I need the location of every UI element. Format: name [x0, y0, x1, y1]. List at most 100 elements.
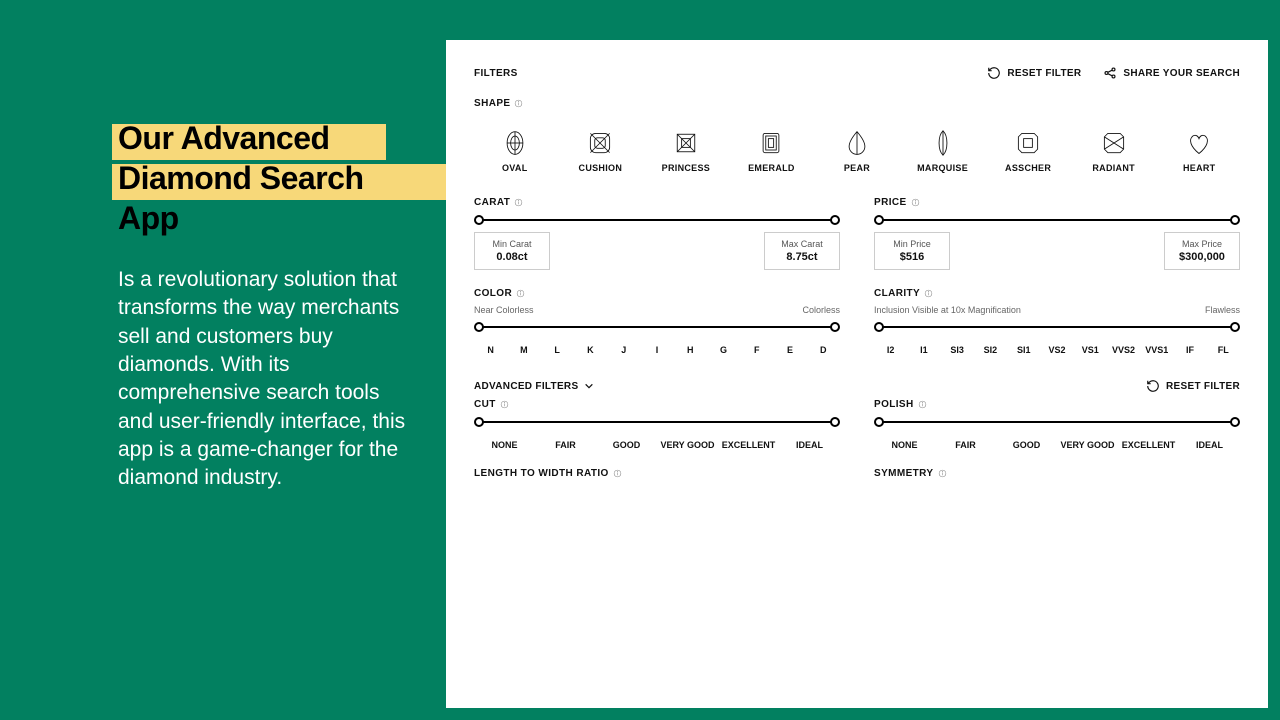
- slider-handle-max[interactable]: [830, 322, 840, 332]
- price-filter: PRICE Min Price $516 Max Price $300,000: [874, 197, 1240, 270]
- price-slider[interactable]: [874, 216, 1240, 224]
- tick: I1: [907, 345, 940, 355]
- clarity-filter: CLARITY Inclusion Visible at 10x Magnifi…: [874, 288, 1240, 355]
- shape-marquise[interactable]: MARQUISE: [902, 129, 984, 173]
- tick: K: [574, 345, 607, 355]
- price-min-value: $516: [885, 251, 939, 263]
- slider-handle-min[interactable]: [474, 322, 484, 332]
- carat-title: CARAT: [474, 197, 510, 208]
- slider-handle-min[interactable]: [874, 215, 884, 225]
- panel-header: FILTERS RESET FILTER SHARE YOUR SEARCH: [474, 62, 1240, 84]
- tick: VVS1: [1140, 345, 1173, 355]
- cut-filter: CUT NONE FAIR GOOD VERY GOOD EXCELLENT I…: [474, 399, 840, 450]
- symmetry-title: SYMMETRY: [874, 468, 934, 479]
- advanced-filters-toggle[interactable]: ADVANCED FILTERS: [474, 381, 594, 392]
- info-icon[interactable]: [516, 289, 525, 298]
- advanced-reset-button[interactable]: RESET FILTER: [1146, 379, 1240, 393]
- info-icon[interactable]: [514, 198, 523, 207]
- tick: SI2: [974, 345, 1007, 355]
- chevron-down-icon: [584, 381, 594, 391]
- info-icon[interactable]: [938, 469, 947, 478]
- slider-handle-max[interactable]: [1230, 322, 1240, 332]
- ratio-filter: LENGTH TO WIDTH RATIO: [474, 468, 840, 479]
- advanced-filters-label: ADVANCED FILTERS: [474, 381, 578, 392]
- tick: I: [640, 345, 673, 355]
- symmetry-filter: SYMMETRY: [874, 468, 1240, 479]
- tick: L: [541, 345, 574, 355]
- tick: IDEAL: [1179, 440, 1240, 450]
- tick: FAIR: [535, 440, 596, 450]
- shape-princess[interactable]: PRINCESS: [645, 129, 727, 173]
- slider-handle-max[interactable]: [1230, 215, 1240, 225]
- info-icon[interactable]: [514, 99, 523, 108]
- clarity-left-hint: Inclusion Visible at 10x Magnification: [874, 305, 1021, 315]
- shape-label: RADIANT: [1092, 163, 1135, 173]
- slider-handle-max[interactable]: [1230, 417, 1240, 427]
- tick: FL: [1207, 345, 1240, 355]
- tick: E: [773, 345, 806, 355]
- headline-line-1: Our Advanced: [118, 120, 330, 156]
- color-slider[interactable]: [474, 323, 840, 331]
- shape-pear[interactable]: PEAR: [816, 129, 898, 173]
- tick: J: [607, 345, 640, 355]
- ratio-title: LENGTH TO WIDTH RATIO: [474, 468, 609, 479]
- headline: Our Advanced Diamond Search App: [118, 118, 428, 238]
- panel-actions: RESET FILTER SHARE YOUR SEARCH: [987, 66, 1240, 80]
- tick: SI1: [1007, 345, 1040, 355]
- shape-heart[interactable]: HEART: [1158, 129, 1240, 173]
- advanced-reset-label: RESET FILTER: [1166, 381, 1240, 392]
- color-right-hint: Colorless: [802, 305, 840, 315]
- color-ticks: N M L K J I H G F E D: [474, 345, 840, 355]
- carat-min-box[interactable]: Min Carat 0.08ct: [474, 232, 550, 270]
- shape-radiant[interactable]: RADIANT: [1073, 129, 1155, 173]
- marketing-block: Our Advanced Diamond Search App Is a rev…: [118, 118, 428, 493]
- cut-title: CUT: [474, 399, 496, 410]
- tick: EXCELLENT: [718, 440, 779, 450]
- price-min-label: Min Price: [885, 239, 939, 249]
- shape-cushion[interactable]: CUSHION: [560, 129, 642, 173]
- tick: SI3: [941, 345, 974, 355]
- reset-filter-button[interactable]: RESET FILTER: [987, 66, 1081, 80]
- info-icon[interactable]: [500, 400, 509, 409]
- info-icon[interactable]: [613, 469, 622, 478]
- carat-max-box[interactable]: Max Carat 8.75ct: [764, 232, 840, 270]
- slider-handle-min[interactable]: [874, 417, 884, 427]
- filters-panel: FILTERS RESET FILTER SHARE YOUR SEARCH S…: [446, 40, 1268, 708]
- tick: N: [474, 345, 507, 355]
- tick: G: [707, 345, 740, 355]
- headline-line-2: Diamond Search App: [118, 160, 364, 236]
- slider-handle-max[interactable]: [830, 215, 840, 225]
- info-icon[interactable]: [911, 198, 920, 207]
- tick: NONE: [874, 440, 935, 450]
- shape-asscher[interactable]: ASSCHER: [987, 129, 1069, 173]
- carat-slider[interactable]: [474, 216, 840, 224]
- share-search-button[interactable]: SHARE YOUR SEARCH: [1103, 66, 1240, 80]
- refresh-icon: [987, 66, 1001, 80]
- carat-max-value: 8.75ct: [775, 251, 829, 263]
- shape-emerald[interactable]: EMERALD: [731, 129, 813, 173]
- shape-grid: OVAL CUSHION PRINCESS EMERALD PEAR MARQU…: [474, 129, 1240, 173]
- tick: D: [807, 345, 840, 355]
- price-max-box[interactable]: Max Price $300,000: [1164, 232, 1240, 270]
- info-icon[interactable]: [924, 289, 933, 298]
- share-search-label: SHARE YOUR SEARCH: [1123, 68, 1240, 79]
- tick: FAIR: [935, 440, 996, 450]
- shape-label: HEART: [1183, 163, 1216, 173]
- shape-oval[interactable]: OVAL: [474, 129, 556, 173]
- tick: VS1: [1074, 345, 1107, 355]
- polish-slider[interactable]: [874, 418, 1240, 426]
- tick: NONE: [474, 440, 535, 450]
- clarity-slider[interactable]: [874, 323, 1240, 331]
- slider-handle-min[interactable]: [474, 417, 484, 427]
- carat-max-label: Max Carat: [775, 239, 829, 249]
- cut-slider[interactable]: [474, 418, 840, 426]
- slider-handle-max[interactable]: [830, 417, 840, 427]
- slider-handle-min[interactable]: [874, 322, 884, 332]
- carat-min-label: Min Carat: [485, 239, 539, 249]
- tick: VERY GOOD: [1057, 440, 1118, 450]
- info-icon[interactable]: [918, 400, 927, 409]
- color-left-hint: Near Colorless: [474, 305, 534, 315]
- shape-label: EMERALD: [748, 163, 795, 173]
- price-min-box[interactable]: Min Price $516: [874, 232, 950, 270]
- slider-handle-min[interactable]: [474, 215, 484, 225]
